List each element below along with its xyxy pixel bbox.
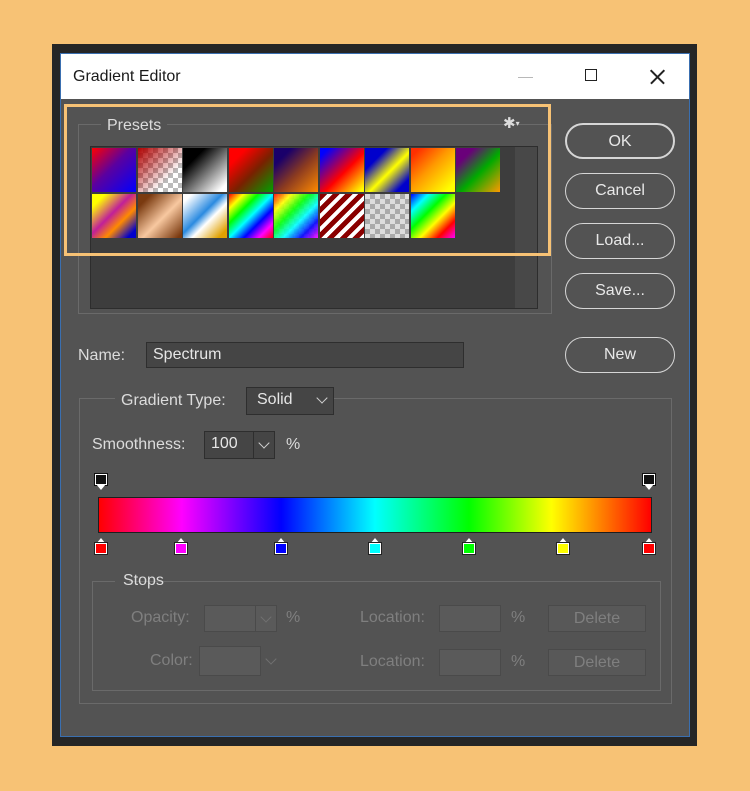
color-stop[interactable]	[642, 538, 656, 555]
preset-swatch[interactable]	[365, 148, 409, 192]
chevron-down-icon	[316, 392, 328, 404]
color-stop[interactable]	[556, 538, 571, 555]
cancel-button[interactable]: Cancel	[565, 173, 675, 209]
color-swatch-input[interactable]	[199, 646, 261, 676]
color-stop[interactable]	[462, 538, 477, 555]
name-input[interactable]: Spectrum	[146, 342, 464, 368]
color-location-label: Location:	[360, 653, 425, 670]
gradient-type-select[interactable]: Solid	[246, 387, 334, 415]
opacity-location-unit: %	[511, 609, 526, 626]
preset-swatch[interactable]	[365, 193, 409, 238]
gear-icon[interactable]: ✱▾	[503, 114, 529, 134]
presets-scrollbar[interactable]	[515, 147, 537, 308]
preset-swatch[interactable]	[228, 193, 273, 238]
preset-swatch[interactable]	[410, 193, 455, 238]
smoothness-input[interactable]: 100	[204, 431, 254, 459]
opacity-unit: %	[286, 609, 301, 626]
opacity-stop[interactable]	[94, 473, 108, 490]
gradient-preview-bar[interactable]	[98, 497, 652, 533]
minimize-icon[interactable]	[516, 66, 538, 88]
preset-swatch[interactable]	[137, 148, 182, 192]
window-title: Gradient Editor	[73, 68, 181, 85]
gradient-type-label: Gradient Type:	[121, 392, 226, 409]
ok-button[interactable]: OK	[565, 123, 675, 159]
preset-swatch[interactable]	[183, 193, 227, 238]
opacity-location-label: Location:	[360, 609, 425, 626]
save-button[interactable]: Save...	[565, 273, 675, 309]
smoothness-dropdown[interactable]	[253, 431, 275, 459]
opacity-location-input[interactable]	[439, 605, 501, 632]
load-button[interactable]: Load...	[565, 223, 675, 259]
preset-swatch[interactable]	[228, 148, 273, 192]
color-label: Color:	[150, 652, 193, 669]
stops-label: Stops	[123, 572, 164, 589]
preset-swatch[interactable]	[319, 148, 364, 192]
preset-swatch[interactable]	[274, 193, 318, 238]
opacity-label: Opacity:	[131, 609, 190, 626]
preset-swatch[interactable]	[92, 193, 136, 238]
preset-swatch[interactable]	[183, 148, 227, 192]
gradient-editor-dialog: Gradient Editor Presets ✱▾ OK Cancel Loa…	[60, 53, 690, 737]
preset-swatch[interactable]	[410, 148, 455, 192]
chevron-down-icon	[258, 437, 270, 449]
color-delete-button[interactable]: Delete	[548, 649, 646, 676]
chevron-down-icon	[260, 611, 272, 623]
smoothness-unit: %	[286, 436, 301, 453]
title-bar: Gradient Editor	[61, 54, 689, 99]
opacity-input[interactable]	[204, 605, 256, 632]
color-location-input[interactable]	[439, 649, 501, 676]
gradient-type-value: Solid	[257, 391, 293, 408]
preset-swatch[interactable]	[456, 148, 500, 192]
color-location-unit: %	[511, 653, 526, 670]
new-button[interactable]: New	[565, 337, 675, 373]
smoothness-label: Smoothness:	[92, 436, 186, 453]
presets-label: Presets	[101, 117, 168, 135]
close-icon[interactable]	[646, 66, 668, 88]
maximize-icon[interactable]	[582, 66, 604, 88]
color-stop[interactable]	[94, 538, 108, 555]
preset-swatch[interactable]	[274, 148, 318, 192]
preset-swatch[interactable]	[319, 193, 364, 238]
opacity-delete-button[interactable]: Delete	[548, 605, 646, 632]
opacity-stop[interactable]	[642, 473, 656, 490]
color-stop[interactable]	[368, 538, 382, 555]
preset-swatch[interactable]	[137, 193, 182, 238]
preset-swatch[interactable]	[92, 148, 136, 192]
opacity-dropdown[interactable]	[255, 605, 277, 632]
color-stop[interactable]	[174, 538, 189, 555]
color-stop[interactable]	[273, 538, 288, 555]
name-label: Name:	[78, 347, 126, 364]
